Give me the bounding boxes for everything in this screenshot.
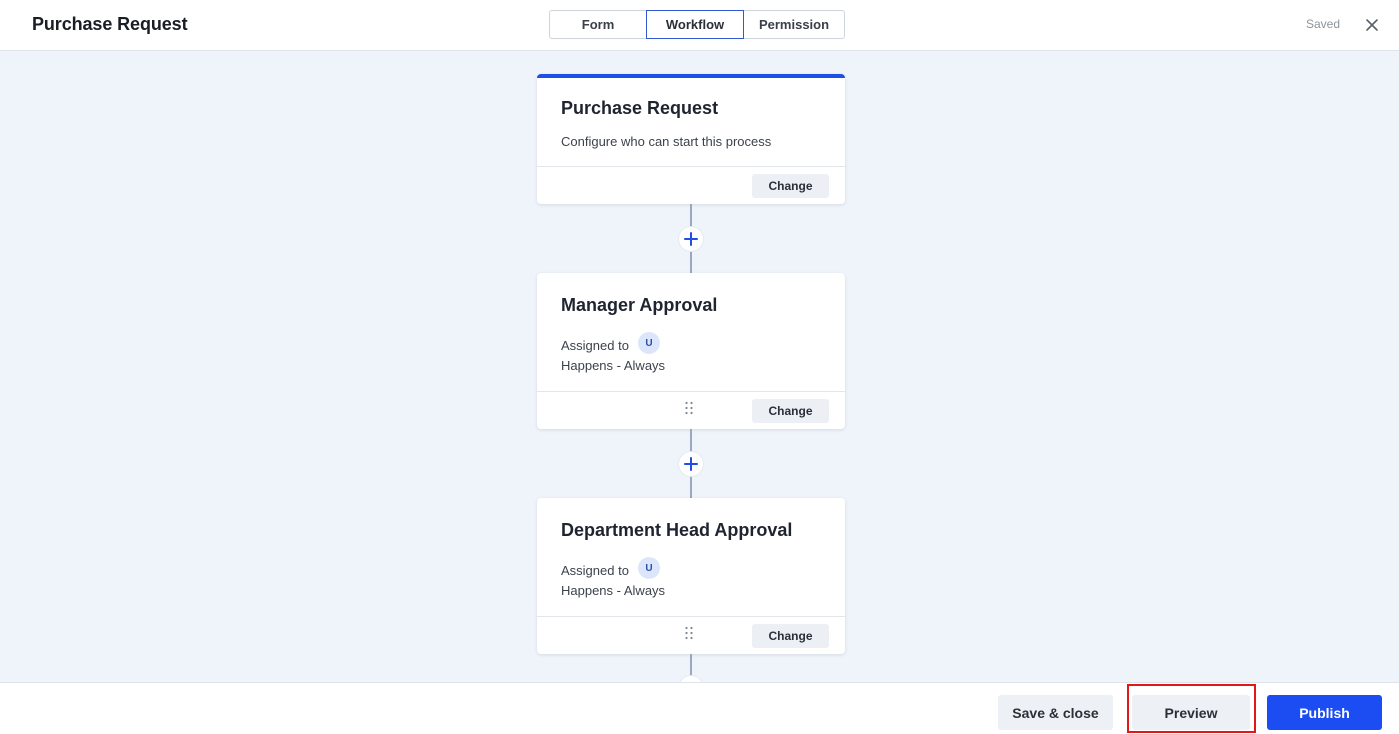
avatar[interactable]: U	[637, 557, 660, 579]
card-footer: Change	[537, 166, 845, 204]
drag-handle-icon[interactable]	[684, 626, 694, 640]
assigned-row: Assigned to U	[561, 332, 660, 354]
preview-button[interactable]: Preview	[1132, 695, 1250, 730]
happens-text: Happens - Always	[561, 358, 666, 373]
publish-button[interactable]: Publish	[1267, 695, 1382, 730]
step-card-manager-approval: Manager Approval Assigned to U Happens -…	[537, 273, 845, 429]
assigned-label: Assigned to	[561, 562, 629, 578]
bottom-bar: Save & close Preview Publish	[0, 682, 1399, 734]
plus-icon	[684, 232, 698, 246]
change-button[interactable]: Change	[752, 399, 829, 423]
tab-form[interactable]: Form	[549, 10, 647, 39]
top-bar: Purchase Request Form Workflow Permissio…	[0, 0, 1399, 51]
start-card-title: Purchase Request	[561, 98, 719, 118]
tab-group: Form Workflow Permission	[549, 10, 845, 39]
plus-icon	[684, 457, 698, 471]
assigned-label: Assigned to	[561, 337, 629, 353]
add-step-button[interactable]	[679, 227, 703, 251]
add-step-button[interactable]	[679, 452, 703, 476]
start-card-subtitle: Configure who can start this process	[561, 134, 772, 149]
change-button[interactable]: Change	[752, 624, 829, 648]
save-close-button[interactable]: Save & close	[998, 695, 1113, 730]
step-title: Manager Approval	[561, 295, 718, 315]
drag-handle-icon[interactable]	[684, 401, 694, 415]
step-card-department-head-approval: Department Head Approval Assigned to U H…	[537, 498, 845, 654]
card-footer: Change	[537, 616, 845, 654]
happens-text: Happens - Always	[561, 583, 666, 598]
assigned-row: Assigned to U	[561, 557, 660, 579]
card-footer: Change	[537, 391, 845, 429]
change-button[interactable]: Change	[752, 174, 829, 198]
close-icon[interactable]	[1364, 17, 1380, 33]
page-title: Purchase Request	[32, 14, 188, 34]
tab-permission[interactable]: Permission	[743, 10, 845, 39]
step-title: Department Head Approval	[561, 520, 793, 540]
tab-workflow[interactable]: Workflow	[646, 10, 744, 39]
start-card: Purchase Request Configure who can start…	[537, 74, 845, 204]
workflow-canvas: Purchase Request Configure who can start…	[0, 52, 1399, 682]
avatar[interactable]: U	[637, 332, 660, 354]
save-status: Saved	[1306, 17, 1341, 31]
